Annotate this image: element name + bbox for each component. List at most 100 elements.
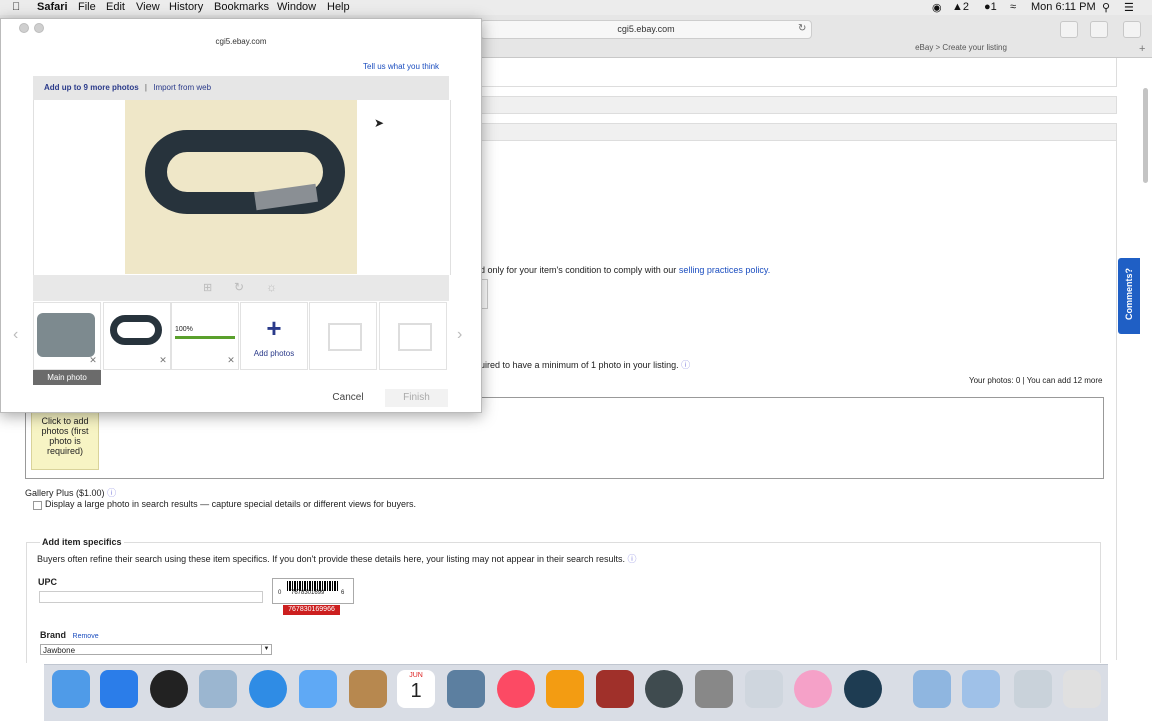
status-badge-b[interactable]: ●1 [984,1,997,13]
main-photo-label: Main photo [33,370,101,385]
barcode-number: 767830169966 [283,605,340,615]
mail-icon[interactable] [745,670,783,708]
thumbnail-image [110,315,162,345]
notification-center-icon[interactable]: ☰ [1124,1,1134,14]
mouse-cursor-icon: ➤ [374,116,385,130]
help-icon[interactable]: ⓘ [107,488,116,498]
import-from-web-tab[interactable]: Import from web [153,83,211,92]
applications-folder-icon[interactable] [913,670,951,708]
photo-preview-area [33,100,451,275]
gallery-plus-checkbox[interactable] [33,501,42,510]
address-bar[interactable]: cgi5.ebay.com [480,20,812,39]
thumbnail-image [37,313,95,357]
comments-tab[interactable]: Comments? [1118,258,1140,334]
gallery-plus-label: Gallery Plus ($1.00) ⓘ [25,486,116,499]
preview-icon[interactable] [199,670,237,708]
clock[interactable]: Mon 6:11 PM [1031,1,1096,13]
empty-photo-slot[interactable] [309,302,377,370]
feedback-link[interactable]: Tell us what you think [363,62,439,71]
brightness-icon[interactable]: ☼ [266,280,277,294]
photos-icon[interactable] [794,670,832,708]
image-placeholder-icon [328,323,362,351]
remove-photo-icon[interactable]: ✕ [226,355,236,365]
upc-label: UPC [38,577,58,587]
help-icon[interactable]: ⓘ [681,360,690,370]
upc-input[interactable] [39,591,263,603]
rotate-icon[interactable]: ↻ [234,280,244,294]
trash-icon[interactable] [1063,670,1101,708]
image-capture-icon[interactable] [447,670,485,708]
menu-bookmarks[interactable]: Bookmarks [214,1,269,13]
cancel-button[interactable]: Cancel [322,389,374,407]
thumbnails-next-icon[interactable]: › [457,326,462,344]
tabs-icon[interactable] [1090,21,1108,38]
upload-progress-fill [175,336,235,339]
barcode-image: 0 7678301699 6 [272,578,354,604]
menu-app[interactable]: Safari [37,1,68,13]
barcode-digits: 7678301699 [291,590,325,596]
downloads-button-icon[interactable] [1123,21,1141,38]
calendar-icon[interactable]: JUN 1 [397,670,435,708]
messages-icon[interactable] [299,670,337,708]
documents-folder-icon[interactable] [962,670,1000,708]
gallery-plus-text: Gallery Plus ($1.00) [25,488,105,498]
time-machine-icon[interactable] [645,670,683,708]
close-icon[interactable] [19,23,29,33]
address-bar-url: cgi5.ebay.com [617,24,675,34]
thumbnails-prev-icon[interactable]: ‹ [13,326,18,344]
menu-file[interactable]: File [78,1,96,13]
photo-count: Your photos: 0 | You can add 12 more [969,376,1102,385]
photo-count-separator: | [1022,376,1025,385]
photo-thumbnail[interactable]: ✕ [103,302,171,370]
new-tab-icon[interactable]: + [1139,43,1145,55]
page-scrollbar[interactable] [1143,88,1148,183]
add-more-photos-tab[interactable]: Add up to 9 more photos [44,83,139,92]
tab-title[interactable]: eBay > Create your listing [480,43,1152,52]
downloads-icon[interactable] [1014,670,1052,708]
dashboard-icon[interactable] [150,670,188,708]
menu-history[interactable]: History [169,1,203,13]
share-icon[interactable] [1060,21,1078,38]
app-store-icon[interactable] [100,670,138,708]
barcode-first-digit: 0 [278,590,282,596]
help-icon[interactable]: ⓘ [628,554,637,564]
finish-button[interactable]: Finish [385,389,448,407]
menu-window[interactable]: Window [277,1,316,13]
brand-remove-link[interactable]: Remove [73,633,99,640]
contacts-icon[interactable] [349,670,387,708]
remove-photo-icon[interactable]: ✕ [88,355,98,365]
main-photo-preview [125,100,357,274]
photo-booth-icon[interactable] [596,670,634,708]
menu-view[interactable]: View [136,1,160,13]
crop-icon[interactable]: ⊞ [203,281,212,294]
ibooks-icon[interactable] [546,670,584,708]
reload-icon[interactable]: ↻ [798,23,806,34]
empty-photo-slot[interactable] [379,302,447,370]
chevron-down-icon: ▼ [261,644,271,655]
apple-icon[interactable]:  [12,1,20,13]
brand-label: Brand [40,630,67,640]
status-badge-a[interactable]: ▲2 [952,1,969,13]
record-icon[interactable]: ◉ [932,1,942,14]
wifi-icon[interactable]: ≈ [1010,1,1016,13]
selling-policy-link[interactable]: selling practices policy. [679,265,770,275]
click-to-add-photos[interactable]: Click to add photos (first photo is requ… [31,410,99,470]
itunes-icon[interactable] [497,670,535,708]
menu-edit[interactable]: Edit [106,1,125,13]
comments-tab-label: Comments? [1124,268,1134,321]
photo-source-bar: Add up to 9 more photos | Import from we… [33,76,449,100]
system-preferences-icon[interactable] [695,670,733,708]
menu-help[interactable]: Help [327,1,350,13]
quicktime-icon[interactable] [844,670,882,708]
safari-icon[interactable] [249,670,287,708]
section-bar [480,96,1117,114]
status-badge-a-count: 2 [962,1,970,13]
finder-icon[interactable] [52,670,90,708]
add-photos-button[interactable]: + Add photos [240,302,308,370]
remove-photo-icon[interactable]: ✕ [158,355,168,365]
photo-thumbnail[interactable]: ✕ [33,302,101,370]
spotlight-icon[interactable]: ⚲ [1102,1,1110,14]
minimize-icon[interactable] [34,23,44,33]
upload-progress-label: 100% [175,326,193,333]
brand-select[interactable]: Jawbone ▼ [40,644,272,655]
